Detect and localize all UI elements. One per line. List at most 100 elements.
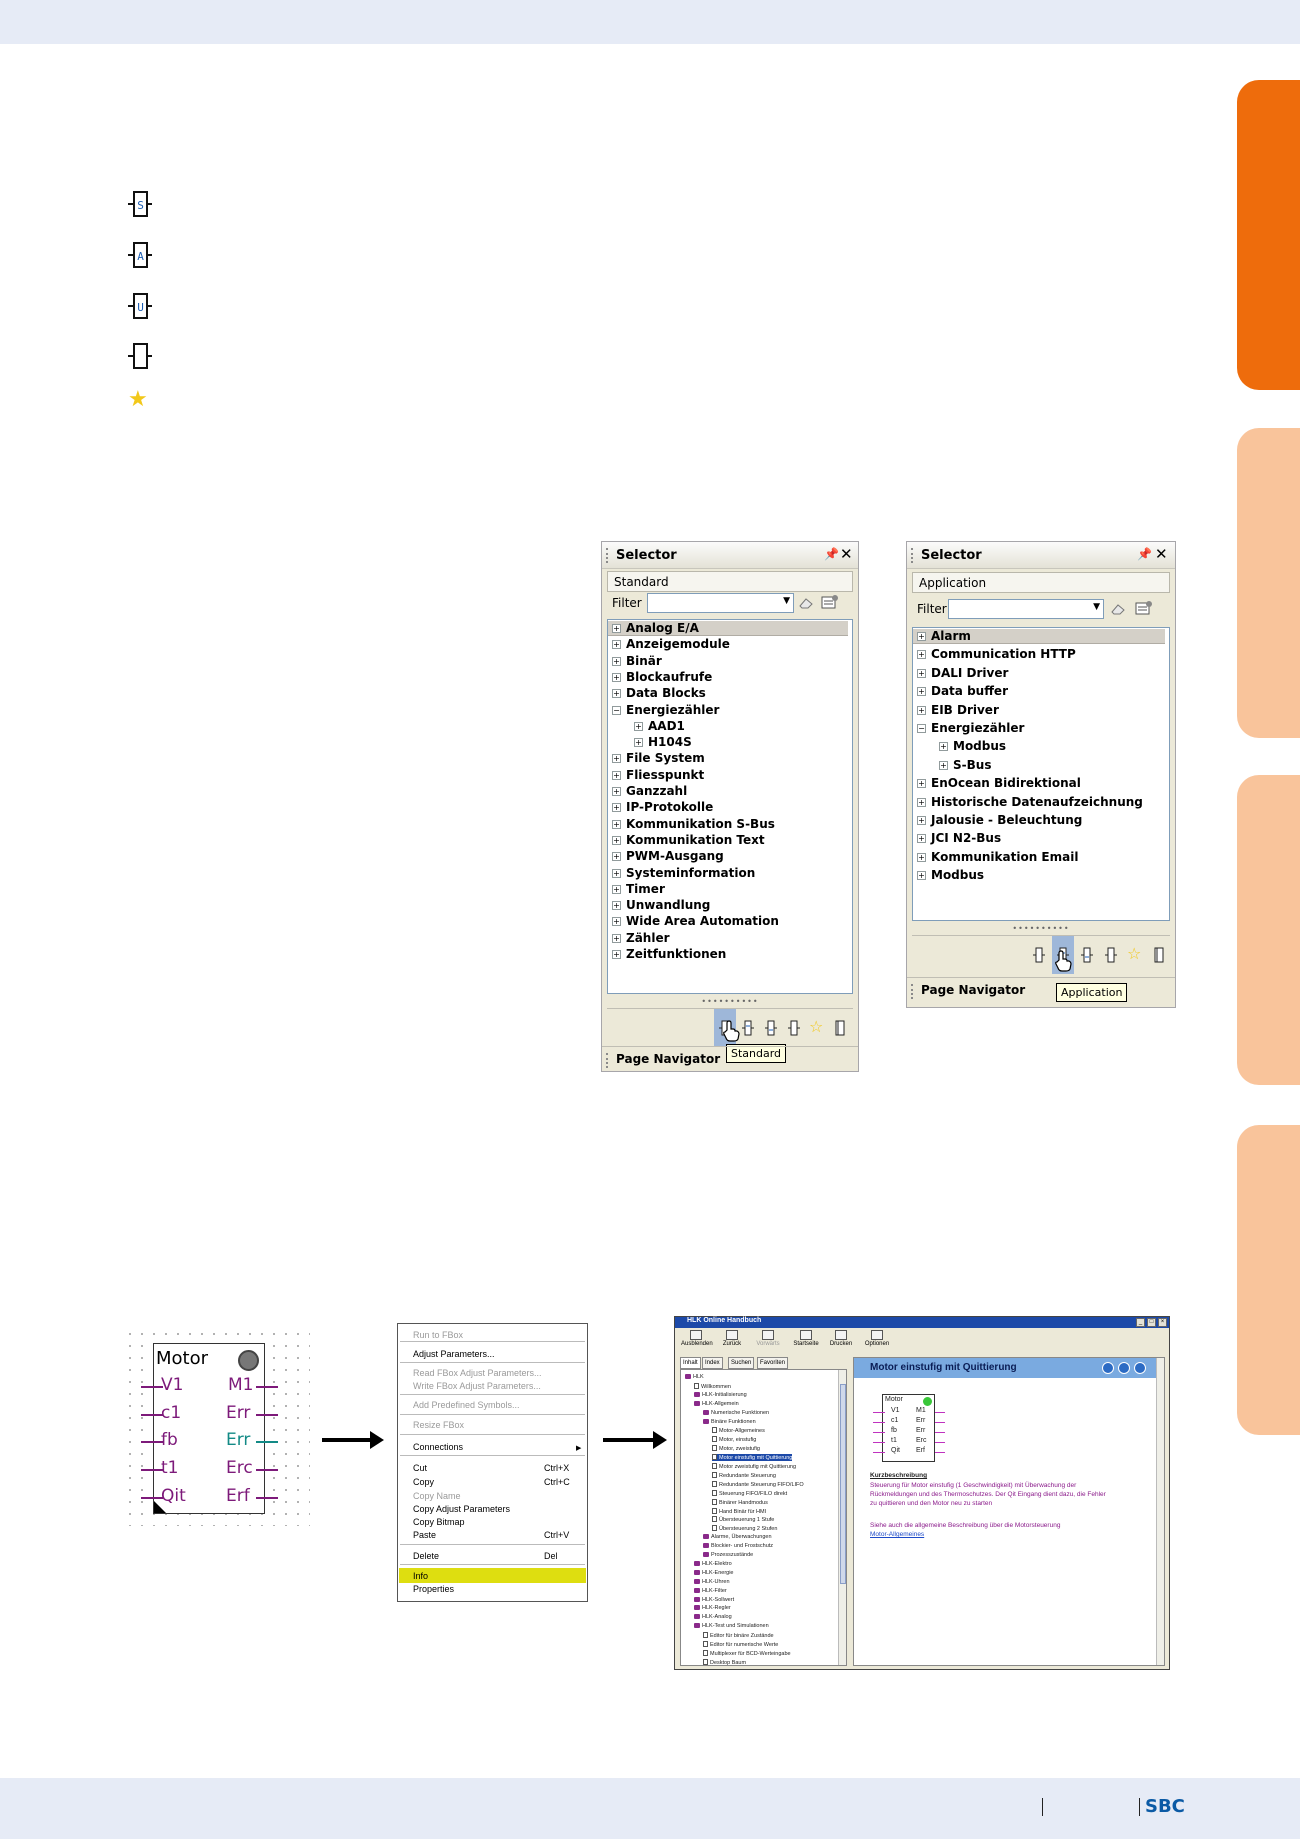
help-tree-node[interactable]: HLK-Test und Simulationen <box>694 1623 769 1629</box>
standard-fbox-button[interactable] <box>1028 936 1050 974</box>
scrollbar[interactable] <box>1156 1358 1164 1665</box>
help-tree-node[interactable]: HLK-Analog <box>694 1614 732 1620</box>
help-tree-node[interactable]: Alarme, Überwachungen <box>703 1534 772 1540</box>
menu-item[interactable]: Delete <box>413 1551 439 1561</box>
tree-item[interactable]: + Alarm <box>913 629 1165 644</box>
eraser-icon[interactable] <box>1110 602 1126 616</box>
expand-icon[interactable]: + <box>612 803 621 813</box>
favorites-button[interactable]: ☆ <box>806 1009 828 1047</box>
help-tree-node[interactable]: HLK <box>685 1374 704 1380</box>
expand-icon[interactable]: + <box>612 901 621 911</box>
expand-icon[interactable]: + <box>612 787 621 796</box>
expand-icon[interactable]: + <box>917 797 926 807</box>
filter-settings-icon[interactable] <box>1135 600 1153 616</box>
menu-item[interactable]: Paste <box>413 1530 436 1540</box>
scrollbar-thumb[interactable] <box>840 1384 846 1584</box>
user-fbox-button[interactable] <box>760 1009 782 1047</box>
tree-item[interactable]: + S-Bus <box>939 758 991 772</box>
expand-icon[interactable]: + <box>634 721 643 731</box>
expand-icon[interactable]: + <box>939 760 948 770</box>
menu-item[interactable]: Connections <box>413 1442 463 1452</box>
help-tree-node[interactable]: Motor einstufig mit Quittierung <box>712 1454 793 1462</box>
tree-item[interactable]: + Fliesspunkt <box>612 768 704 782</box>
collapse-icon[interactable]: − <box>612 705 621 715</box>
nav-up-icon[interactable] <box>1102 1362 1114 1374</box>
tree-item[interactable]: + Blockaufrufe <box>612 670 712 684</box>
tree-item[interactable]: + Communication HTTP <box>917 647 1076 661</box>
tree-item[interactable]: + Wide Area Automation <box>612 914 779 928</box>
chapter-tab-active[interactable] <box>1237 80 1300 390</box>
menu-item[interactable]: Adjust Parameters... <box>413 1349 495 1359</box>
help-tree-node[interactable]: Numerische Funktionen <box>703 1409 769 1416</box>
all-fbox-button[interactable] <box>783 1009 805 1047</box>
tree-item[interactable]: − Energiezähler <box>917 721 1024 735</box>
expand-icon[interactable]: + <box>612 852 621 862</box>
expand-icon[interactable]: + <box>612 656 621 666</box>
help-tree-node[interactable]: Redundante Steuerung <box>712 1471 776 1479</box>
expand-icon[interactable]: + <box>917 871 926 881</box>
filter-input[interactable]: ▼ <box>647 593 794 613</box>
tree-item[interactable]: + Binär <box>612 654 662 668</box>
expand-icon[interactable]: + <box>917 687 926 697</box>
menu-item[interactable]: Info <box>413 1571 428 1581</box>
page-navigator-bar[interactable]: Page Navigator <box>602 1046 858 1071</box>
chapter-tab[interactable] <box>1237 775 1300 1085</box>
pin-icon[interactable]: 📌 <box>824 547 839 561</box>
help-tree-node[interactable]: Motor zweistufig mit Quittierung <box>712 1463 796 1470</box>
help-contents-tree[interactable]: HLK Willkommen HLK-Initialisierung HLK-Allg… <box>680 1369 847 1666</box>
favorites-button[interactable]: ☆ <box>1124 936 1146 974</box>
tree-item[interactable]: + Analog E/A <box>608 621 848 636</box>
help-tree-node[interactable]: HLK-Initialisierung <box>694 1391 747 1398</box>
splitter-handle[interactable]: •••••••••• <box>607 998 853 1007</box>
expand-icon[interactable]: + <box>612 754 621 764</box>
tree-item[interactable]: + Zeitfunktionen <box>612 947 726 961</box>
tree-item[interactable]: + Modbus <box>939 739 1006 753</box>
tree-item[interactable]: + Zähler <box>612 931 670 945</box>
eraser-icon[interactable] <box>798 596 814 610</box>
fbox-tree[interactable]: + Alarm + Communication HTTP + DALI Driver + Da… <box>912 627 1170 921</box>
application-fbox-button[interactable] <box>737 1009 759 1047</box>
tree-item[interactable]: + PWM-Ausgang <box>612 849 724 863</box>
tree-item[interactable]: + Anzeigemodule <box>612 637 730 651</box>
help-tree-node[interactable]: Motor-Allgemeines <box>712 1427 765 1434</box>
expand-icon[interactable]: + <box>917 632 926 641</box>
help-tree-node[interactable]: Hand Binär für HMI <box>712 1507 766 1515</box>
tree-item[interactable]: + File System <box>612 751 705 765</box>
tree-item[interactable]: + Data Blocks <box>612 686 706 700</box>
tree-item[interactable]: + EIB Driver <box>917 703 999 717</box>
fbox-tree[interactable]: + Analog E/A + Anzeigemodule + Binär + Blockauf… <box>607 619 853 994</box>
tree-item[interactable]: + Modbus <box>917 868 984 882</box>
collapse-icon[interactable]: − <box>917 724 926 733</box>
panel-toggle-button[interactable] <box>1148 936 1170 974</box>
close-icon[interactable]: × <box>1158 1318 1167 1327</box>
expand-icon[interactable]: + <box>612 835 621 845</box>
help-tree-node[interactable]: Binärer Handmodus <box>712 1498 768 1506</box>
help-tree-node[interactable]: HLK-Elektro <box>694 1560 732 1567</box>
options-button[interactable]: Optionen <box>862 1330 892 1352</box>
menu-item[interactable]: Properties <box>413 1584 454 1594</box>
help-tree-node[interactable]: HLK-Energie <box>694 1569 734 1576</box>
expand-icon[interactable]: + <box>917 816 926 825</box>
menu-item[interactable]: Copy Adjust Parameters <box>413 1504 510 1514</box>
tree-item[interactable]: + Kommunikation Email <box>917 850 1078 864</box>
all-fbox-button[interactable] <box>1100 936 1122 974</box>
help-tab[interactable]: Inhalt <box>680 1357 701 1369</box>
expand-icon[interactable]: + <box>612 689 621 699</box>
grip-icon[interactable] <box>911 548 914 563</box>
tree-item[interactable]: + DALI Driver <box>917 666 1008 680</box>
expand-icon[interactable]: + <box>612 770 621 780</box>
tree-item[interactable]: + AAD1 <box>634 719 685 733</box>
user-fbox-button[interactable] <box>1076 936 1098 974</box>
help-tree-node[interactable]: Multiplexer für BCD-Werteingabe <box>703 1649 791 1657</box>
help-tree-node[interactable]: Steuerung FIFO/FILO direkt <box>712 1489 787 1497</box>
help-tree-node[interactable]: Prozesszustände <box>703 1552 753 1558</box>
help-tree-node[interactable]: HLK-Filter <box>694 1587 727 1594</box>
help-tab[interactable]: Favoriten <box>757 1357 789 1369</box>
tree-item[interactable]: + Kommunikation Text <box>612 833 765 847</box>
expand-icon[interactable]: + <box>917 705 926 715</box>
nav-back-icon[interactable] <box>1118 1362 1130 1374</box>
expand-icon[interactable]: + <box>917 668 926 678</box>
tree-item[interactable]: + Kommunikation S-Bus <box>612 817 775 831</box>
minimize-icon[interactable]: _ <box>1136 1318 1145 1327</box>
expand-icon[interactable]: + <box>917 779 926 789</box>
